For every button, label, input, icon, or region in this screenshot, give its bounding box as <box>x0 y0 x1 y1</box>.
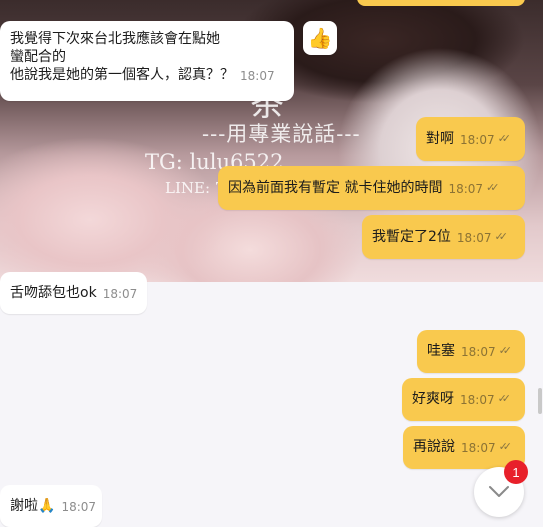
read-ticks-icon: ✓✓ <box>498 344 513 357</box>
message-bubble-outgoing[interactable]: 我暫定了2位 18:07 ✓✓ <box>362 215 525 259</box>
message-text: 我暫定了2位 <box>372 229 451 245</box>
read-ticks-icon: ✓✓ <box>498 440 513 453</box>
message-time: 18:07 <box>460 393 495 407</box>
message-time: 18:07 <box>61 500 97 514</box>
read-ticks-icon: ✓✓ <box>486 181 500 194</box>
wallpaper-slogan: ---用專業說話--- <box>202 122 361 146</box>
message-text: 對啊 <box>426 131 454 147</box>
message-time: 18:07 <box>460 133 495 147</box>
message-time: 18:07 <box>240 69 275 83</box>
message-text: 再說說 <box>413 439 455 455</box>
message-text: 他說我是她的第一個客人，認真？？ <box>10 67 234 83</box>
message-text: 蠻配合的 <box>10 49 66 65</box>
message-time: 18:07 <box>461 441 496 455</box>
scrollbar-thumb[interactable] <box>538 388 542 414</box>
message-bubble-outgoing[interactable]: 好爽呀 18:07 ✓✓ <box>402 378 525 421</box>
read-ticks-icon: ✓✓ <box>497 392 512 405</box>
message-bubble-incoming[interactable]: 我覺得下次來台北我應該會在點她 蠻配合的 他說我是她的第一個客人，認真？？ 18… <box>0 21 294 101</box>
message-text: 謝啦🙏 <box>10 498 56 514</box>
message-time: 18:07 <box>102 287 138 301</box>
wallpaper-line: LINE: 7 <box>165 179 225 197</box>
read-ticks-icon: ✓✓ <box>497 132 512 145</box>
thumbs-up-icon: 👍 <box>307 26 333 50</box>
chevron-down-icon <box>489 486 509 497</box>
message-text: 我覺得下次來台北我應該會在點她 <box>10 31 220 47</box>
message-text: 舌吻舔包也ok <box>10 285 97 301</box>
message-text: 哇塞 <box>427 343 455 359</box>
message-bubble-outgoing[interactable]: 因為前面我有暫定 就卡住她的時間 18:07 ✓✓ <box>218 166 525 210</box>
message-bubble-outgoing[interactable]: 對啊 18:07 ✓✓ <box>416 117 525 161</box>
message-time: 18:07 <box>448 182 484 196</box>
previous-message-bubble[interactable] <box>357 0 525 6</box>
message-text: 因為前面我有暫定 就卡住她的時間 <box>228 180 443 196</box>
message-bubble-outgoing[interactable]: 哇塞 18:07 ✓✓ <box>417 330 525 373</box>
message-bubble-incoming[interactable]: 舌吻舔包也ok 18:07 <box>0 272 147 314</box>
unread-count-badge: 1 <box>504 460 528 484</box>
reaction-thumbs-up-icon[interactable]: 👍 <box>303 21 337 55</box>
message-text: 好爽呀 <box>412 391 454 407</box>
message-time: 18:07 <box>456 231 492 245</box>
message-time: 18:07 <box>461 345 496 359</box>
read-ticks-icon: ✓✓ <box>494 230 509 243</box>
